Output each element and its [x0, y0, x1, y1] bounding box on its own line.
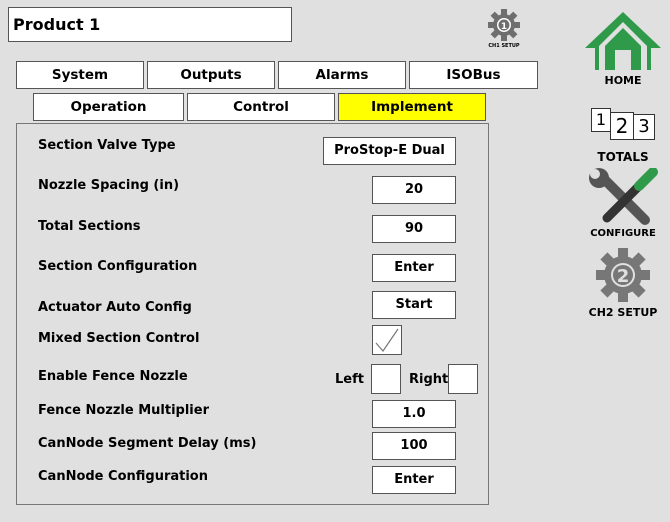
- tab-alarms[interactable]: Alarms: [278, 61, 406, 89]
- enable-fence-nozzle-label: Enable Fence Nozzle: [38, 369, 188, 384]
- home-icon: [585, 12, 661, 70]
- actuator-auto-config-button[interactable]: Start: [372, 291, 456, 319]
- fence-nozzle-multiplier-input[interactable]: 1.0: [372, 400, 456, 428]
- fence-right-checkbox[interactable]: [448, 364, 478, 394]
- fence-left-checkbox[interactable]: [371, 364, 401, 394]
- tab-isobus[interactable]: ISOBus: [409, 61, 538, 89]
- fence-nozzle-multiplier-label: Fence Nozzle Multiplier: [38, 403, 209, 418]
- section-valve-type-value[interactable]: ProStop-E Dual: [323, 137, 456, 165]
- cannode-configuration-label: CanNode Configuration: [38, 469, 208, 484]
- section-valve-type-label: Section Valve Type: [38, 138, 176, 153]
- ch1-setup-label: CH1 SETUP: [488, 43, 520, 49]
- gear-2-icon: 2: [596, 248, 650, 302]
- subtab-operation[interactable]: Operation: [33, 93, 184, 121]
- totals-123-icon: 1 2 3: [591, 104, 661, 140]
- ch1-setup-button[interactable]: 1 CH1 SETUP: [478, 8, 530, 52]
- subtab-control[interactable]: Control: [187, 93, 335, 121]
- fence-left-label: Left: [335, 372, 364, 387]
- cannode-segment-delay-label: CanNode Segment Delay (ms): [38, 436, 257, 451]
- totals-label: TOTALS: [597, 150, 649, 164]
- nozzle-spacing-input[interactable]: 20: [372, 176, 456, 204]
- home-label: HOME: [604, 74, 642, 87]
- cannode-configuration-button[interactable]: Enter: [372, 466, 456, 494]
- svg-text:2: 2: [617, 266, 630, 287]
- section-configuration-button[interactable]: Enter: [372, 254, 456, 282]
- gear-1-icon: 1: [488, 9, 520, 41]
- subtab-implement[interactable]: Implement: [338, 93, 486, 121]
- wrench-screwdriver-icon: [589, 168, 658, 225]
- tab-system[interactable]: System: [16, 61, 144, 89]
- checkmark-icon: [375, 328, 399, 352]
- total-sections-input[interactable]: 90: [372, 215, 456, 243]
- actuator-auto-config-label: Actuator Auto Config: [38, 300, 192, 315]
- nozzle-spacing-label: Nozzle Spacing (in): [38, 178, 180, 193]
- product-title: Product 1: [8, 7, 292, 42]
- configure-button[interactable]: CONFIGURE: [583, 168, 663, 244]
- totals-button[interactable]: 1 2 3 TOTALS: [583, 100, 663, 166]
- home-button[interactable]: HOME: [583, 8, 663, 92]
- total-sections-label: Total Sections: [38, 219, 141, 234]
- configure-label: CONFIGURE: [590, 228, 656, 239]
- mixed-section-control-checkbox[interactable]: [372, 325, 402, 355]
- svg-text:1: 1: [501, 22, 507, 32]
- cannode-segment-delay-input[interactable]: 100: [372, 432, 456, 460]
- section-configuration-label: Section Configuration: [38, 259, 198, 274]
- mixed-section-control-label: Mixed Section Control: [38, 331, 200, 346]
- ch2-setup-label: CH2 SETUP: [588, 306, 658, 319]
- fence-right-label: Right: [409, 372, 449, 387]
- ch2-setup-button[interactable]: 2 CH2 SETUP: [583, 246, 663, 322]
- tab-outputs[interactable]: Outputs: [147, 61, 275, 89]
